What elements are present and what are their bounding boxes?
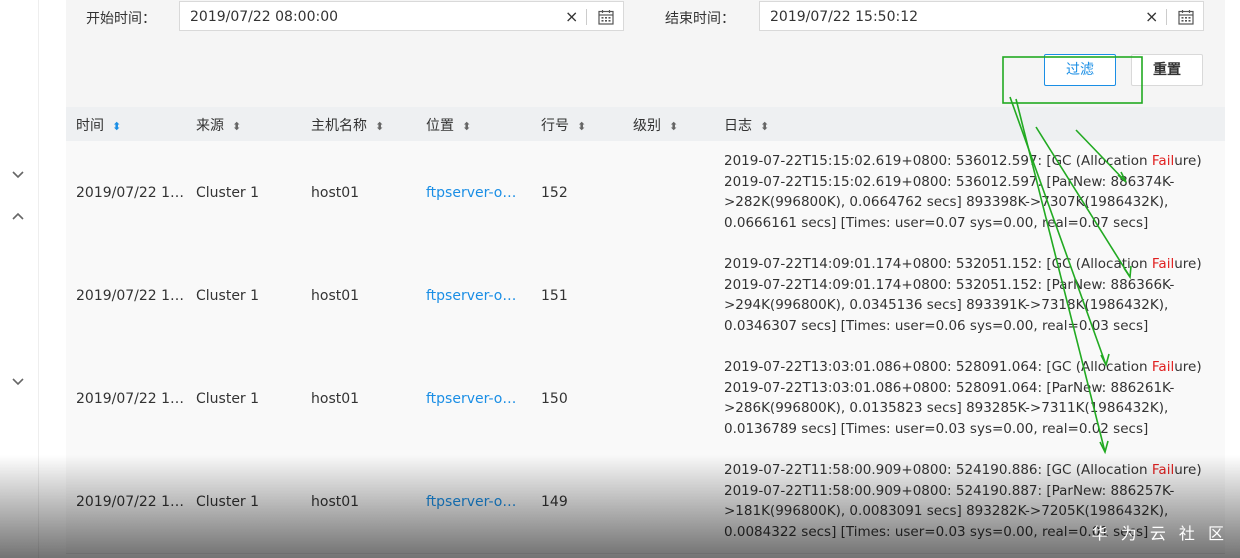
annotation-arrowhead <box>1100 353 1110 368</box>
watermark: 华 为 云 社 区 <box>1091 524 1228 543</box>
annotation-arrow <box>1015 98 1106 453</box>
annotation-arrow <box>1035 126 1131 278</box>
annotation-arrow <box>1075 129 1127 183</box>
annotation-arrow <box>1009 96 1107 366</box>
annotation-overlay <box>1002 56 1143 455</box>
annotation-box <box>1002 56 1143 104</box>
